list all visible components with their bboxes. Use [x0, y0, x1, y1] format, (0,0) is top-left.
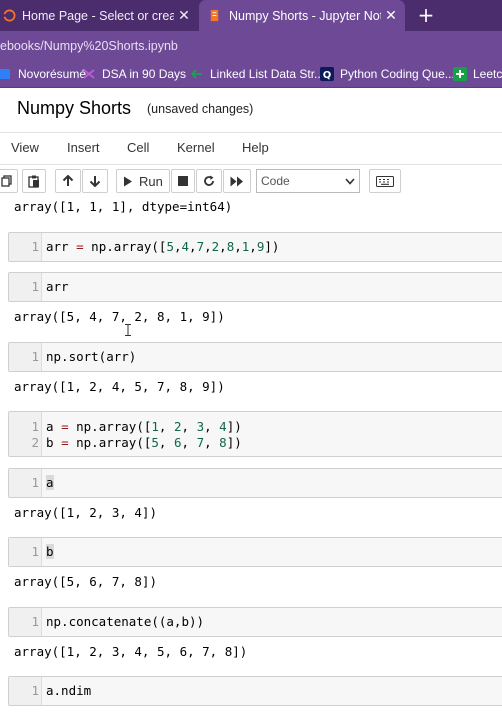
line-number: 1	[31, 239, 39, 254]
jupyter-icon	[3, 9, 16, 22]
cell-output: array([1, 2, 3, 4])	[14, 505, 157, 520]
line-number: 1	[31, 683, 39, 698]
code-line: np.concatenate((a,b))	[46, 614, 205, 629]
code-line: a.ndim	[46, 683, 92, 698]
bookmark-label: Leetco	[473, 67, 502, 81]
text-cursor-icon	[125, 324, 131, 336]
bookmarks-bar: Novorésumé DSA in 90 Days Linked List Da…	[0, 61, 502, 88]
stop-icon	[178, 176, 188, 186]
fast-forward-icon	[230, 176, 243, 186]
arrow-up-icon	[62, 175, 74, 186]
code-cell[interactable]: 1 arr = np.array([5,4,7,2,8,1,9])	[8, 232, 502, 262]
bookmark-label: Python Coding Que...	[340, 67, 455, 81]
line-number: 1	[31, 475, 39, 490]
code-line: arr = np.array([5,4,7,2,8,1,9])	[46, 239, 280, 254]
tab-numpy-shorts-label: Numpy Shorts - Jupyter Notebook	[229, 8, 381, 23]
code-line: a = np.array([1, 2, 3, 4])	[46, 419, 242, 434]
bookmark-dsa[interactable]: DSA in 90 Days	[82, 67, 186, 81]
python-q-icon: Q	[320, 67, 334, 81]
menu-insert[interactable]: Insert	[67, 140, 100, 155]
leetcode-icon	[453, 67, 467, 81]
new-tab-button[interactable]: +	[415, 3, 437, 27]
keyboard-icon	[376, 175, 394, 187]
code-cell[interactable]: 1 b	[8, 537, 502, 567]
copy-cells-button[interactable]	[0, 169, 18, 193]
code-cell[interactable]: 1 np.concatenate((a,b))	[8, 607, 502, 637]
menu-bar: View Insert Cell Kernel Help	[0, 132, 502, 164]
code-cell[interactable]: 1 a	[8, 468, 502, 498]
dsa-icon	[83, 69, 95, 79]
tab-close-icon[interactable]: ✕	[174, 8, 194, 24]
cell-type-select[interactable]: Code	[256, 169, 360, 193]
address-bar[interactable]: ebooks/Numpy%20Shorts.ipynb	[0, 31, 502, 61]
bookmark-label: Novorésumé	[18, 67, 87, 81]
menu-view[interactable]: View	[11, 140, 39, 155]
line-number: 1	[31, 614, 39, 629]
paste-cells-button[interactable]	[22, 169, 46, 193]
line-number: 2	[31, 435, 39, 450]
svg-text:Q: Q	[323, 70, 332, 81]
line-number: 1	[31, 544, 39, 559]
linked-list-icon	[191, 69, 202, 79]
restart-run-all-button[interactable]	[223, 169, 251, 193]
save-status: (unsaved changes)	[147, 102, 254, 116]
tab-close-icon[interactable]: ✕	[381, 8, 401, 24]
line-number: 1	[31, 279, 39, 294]
notebook-header: Numpy Shorts (unsaved changes)	[0, 88, 502, 132]
code-cell[interactable]: 1 a.ndim	[8, 676, 502, 706]
restart-icon	[204, 175, 214, 186]
address-text: ebooks/Numpy%20Shorts.ipynb	[0, 39, 178, 53]
bookmark-leetcode[interactable]: Leetco	[453, 67, 502, 81]
copy-icon	[1, 175, 12, 187]
cell-type-value: Code	[261, 174, 290, 188]
code-line: b = np.array([5, 6, 7, 8])	[46, 435, 242, 450]
cell-output: array([1, 1, 1], dtype=int64)	[14, 199, 233, 214]
code-line: np.sort(arr)	[46, 349, 137, 364]
bookmark-python-coding[interactable]: Q Python Coding Que...	[320, 67, 455, 81]
restart-kernel-button[interactable]	[196, 169, 222, 193]
bookmark-linked-list[interactable]: Linked List Data Str...	[190, 67, 324, 81]
cell-output: array([1, 2, 3, 4, 5, 6, 7, 8])	[14, 644, 248, 659]
bookmark-label: DSA in 90 Days	[102, 67, 187, 81]
chevron-down-icon	[345, 177, 355, 185]
notebook-cells: array([1, 1, 1], dtype=int64) 1 arr = np…	[0, 196, 502, 720]
code-cell[interactable]: 1 np.sort(arr)	[8, 342, 502, 372]
novoresume-icon	[0, 69, 10, 79]
run-button[interactable]: Run	[116, 169, 170, 193]
move-cell-down-button[interactable]	[82, 169, 108, 193]
cell-output: array([1, 2, 4, 5, 7, 8, 9])	[14, 379, 225, 394]
code-cell[interactable]: 1 a = np.array([1, 2, 3, 4]) 2 b = np.ar…	[8, 411, 502, 457]
notebook-icon	[210, 9, 219, 22]
code-cell[interactable]: 1 arr	[8, 272, 502, 302]
cell-output: array([5, 6, 7, 8])	[14, 574, 157, 589]
tab-home-page[interactable]: Home Page - Select or create a n ✕	[0, 0, 198, 31]
interrupt-kernel-button[interactable]	[171, 169, 195, 193]
notebook-toolbar: Run Code	[0, 164, 502, 196]
menu-cell[interactable]: Cell	[127, 140, 149, 155]
tab-home-page-label: Home Page - Select or create a n	[22, 8, 174, 23]
line-number: 1	[31, 349, 39, 364]
arrow-down-icon	[89, 176, 101, 187]
code-line: a	[46, 475, 54, 490]
code-line: arr	[46, 279, 69, 294]
move-cell-up-button[interactable]	[55, 169, 81, 193]
play-icon	[124, 176, 132, 186]
menu-help[interactable]: Help	[242, 140, 269, 155]
menu-kernel[interactable]: Kernel	[177, 140, 215, 155]
notebook-title[interactable]: Numpy Shorts	[17, 98, 131, 119]
tab-numpy-shorts[interactable]: Numpy Shorts - Jupyter Notebook ✕	[199, 0, 405, 31]
command-palette-button[interactable]	[369, 169, 401, 193]
run-label: Run	[139, 173, 163, 189]
bookmark-label: Linked List Data Str...	[210, 67, 325, 81]
line-number: 1	[31, 419, 39, 434]
bookmark-novoresume[interactable]: Novorésumé	[0, 67, 86, 81]
paste-icon	[28, 175, 39, 188]
cell-output: array([5, 4, 7, 2, 8, 1, 9])	[14, 309, 225, 324]
code-line: b	[46, 544, 54, 559]
browser-tab-strip: Home Page - Select or create a n ✕ Numpy…	[0, 0, 502, 31]
